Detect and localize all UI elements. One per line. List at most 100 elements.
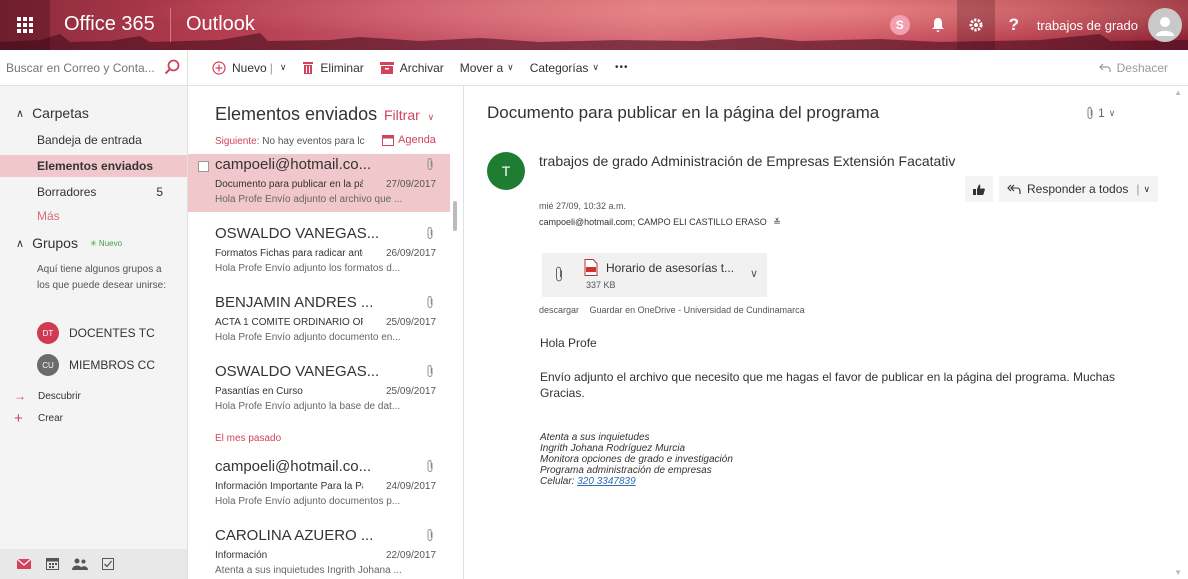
- archive-label: Archivar: [399, 60, 444, 75]
- message-row[interactable]: CAROLINA AZUERO ... Información 22/09/20…: [188, 525, 450, 579]
- new-group-link[interactable]: ✳ Nuevo: [90, 239, 122, 248]
- mail-module-button[interactable]: [10, 559, 38, 569]
- discover-link[interactable]: → Descubrir: [14, 389, 81, 403]
- signature-line: Ingrith Johana Rodríguez Murcia: [540, 443, 686, 454]
- message-preview: Hola Profe Envío adjunto los formatos d.…: [215, 263, 401, 274]
- scroll-down-icon[interactable]: ▼: [1174, 568, 1182, 577]
- signature-line: Atenta a sus inquietudes: [540, 432, 650, 443]
- select-checkbox[interactable]: [198, 161, 209, 172]
- delete-button[interactable]: Eliminar: [294, 50, 371, 86]
- move-to-button[interactable]: Mover a ∨: [452, 50, 522, 86]
- header-actions: S ? trabajos de grado: [881, 0, 1188, 50]
- user-avatar[interactable]: [1148, 8, 1182, 42]
- sender-name[interactable]: trabajos de grado Administración de Empr…: [539, 153, 955, 169]
- chevron-down-icon: ∨: [592, 62, 600, 72]
- next-event: Siguiente: No hay eventos para lc: [215, 136, 385, 147]
- plus-icon: +: [14, 410, 23, 427]
- list-scrollbar-thumb[interactable]: [453, 201, 457, 231]
- reply-all-button[interactable]: Responder a todos | ∨: [999, 176, 1159, 202]
- scroll-up-icon[interactable]: ▲: [1174, 88, 1182, 97]
- pdf-file-icon: [584, 259, 598, 276]
- archive-button[interactable]: Archivar: [372, 50, 452, 86]
- paperclip-icon: [427, 529, 433, 541]
- app-name[interactable]: Outlook: [186, 13, 255, 36]
- group-miembros[interactable]: CU MIEMBROS CC: [37, 354, 155, 376]
- download-link[interactable]: descargar: [539, 305, 579, 315]
- group-docentes[interactable]: DT DOCENTES TC: [37, 322, 155, 344]
- groups-header[interactable]: ∧ Grupos ✳ Nuevo: [16, 235, 122, 251]
- message-subject: Información Importante Para la Pá: [215, 481, 363, 492]
- agenda-label: Agenda: [398, 134, 436, 146]
- new-button[interactable]: Nuevo | ∨: [188, 50, 294, 86]
- user-name[interactable]: trabajos de grado: [1033, 18, 1144, 33]
- attachment-card[interactable]: Horario de asesorías t... 337 KB ∨: [542, 253, 767, 297]
- chevron-down-icon: ∨: [427, 112, 435, 122]
- categories-button[interactable]: Categorías ∨: [522, 50, 607, 86]
- like-button[interactable]: [965, 176, 993, 202]
- calendar-module-button[interactable]: [38, 558, 66, 570]
- message-from: campoeli@hotmail.co...: [215, 156, 372, 173]
- nav-item-drafts[interactable]: Borradores 5: [0, 181, 187, 203]
- nav-item-inbox[interactable]: Bandeja de entrada: [0, 129, 187, 151]
- message-preview: Atenta a sus inquietudes Ingrith Johana …: [215, 565, 402, 576]
- waffle-icon: [17, 17, 33, 33]
- more-actions-button[interactable]: •••: [607, 50, 637, 86]
- nav-more-link[interactable]: Más: [0, 205, 187, 227]
- create-link[interactable]: + Crear: [14, 410, 63, 427]
- folders-header[interactable]: ∧ Carpetas: [16, 105, 89, 121]
- search-input[interactable]: [6, 57, 158, 79]
- message-row[interactable]: campoeli@hotmail.co... Información Impor…: [188, 456, 450, 514]
- message-row[interactable]: campoeli@hotmail.co... Documento para pu…: [188, 154, 450, 212]
- filter-button[interactable]: Filtrar ∨: [384, 107, 434, 123]
- people-module-button[interactable]: [66, 558, 94, 570]
- message-preview: Hola Profe Envío adjunto la base de dat.…: [215, 401, 401, 412]
- nav-item-sent[interactable]: Elementos enviados: [0, 155, 187, 177]
- message-date: 25/09/2017: [386, 317, 437, 328]
- paperclip-icon: [427, 365, 433, 377]
- message-row[interactable]: OSWALDO VANEGAS... Pasantías en Curso 25…: [188, 361, 450, 419]
- move-label: Mover a: [459, 60, 504, 75]
- group-avatar: DT: [37, 322, 59, 344]
- chevron-down-icon[interactable]: ∨: [1144, 184, 1151, 195]
- module-switcher: [0, 549, 187, 579]
- notifications-button[interactable]: [919, 0, 957, 50]
- next-text: No hay eventos para lc: [262, 136, 365, 147]
- office-365-brand[interactable]: Office 365: [64, 13, 155, 36]
- calendar-icon: [45, 558, 59, 570]
- attachment-name: Horario de asesorías t...: [606, 261, 735, 275]
- message-preview: Hola Profe Envío adjunto el archivo que …: [215, 194, 403, 205]
- message-preview: Hola Profe Envío adjunto documentos p...: [215, 496, 401, 507]
- signature-line: Programa administración de empresas: [540, 465, 712, 476]
- save-onedrive-link[interactable]: Guardar en OneDrive - Universidad de Cun…: [590, 305, 805, 315]
- settings-button[interactable]: [956, 0, 995, 50]
- agenda-button[interactable]: Agenda: [382, 134, 436, 146]
- expand-recipients-icon[interactable]: ≚: [773, 217, 781, 227]
- undo-button[interactable]: Deshacer: [1091, 50, 1176, 86]
- chevron-down-icon[interactable]: ∨: [280, 62, 287, 73]
- phone-link[interactable]: 320 3347839: [577, 476, 635, 487]
- search-icon[interactable]: [164, 59, 180, 75]
- sender-avatar[interactable]: T: [487, 152, 525, 190]
- discover-label: Descubrir: [38, 390, 81, 402]
- new-label: Nuevo: [232, 60, 267, 75]
- folders-header-label: Carpetas: [32, 105, 89, 121]
- person-icon: [1156, 17, 1174, 36]
- message-row[interactable]: OSWALDO VANEGAS... Formatos Fichas para …: [188, 223, 450, 281]
- attachments-toggle[interactable]: 1 ∨: [1086, 106, 1115, 120]
- tasks-module-button[interactable]: [94, 558, 122, 570]
- paperclip-icon: [427, 227, 433, 239]
- message-row[interactable]: BENJAMIN ANDRES ... ACTA 1 COMITE ORDINA…: [188, 292, 450, 350]
- skype-button[interactable]: S: [881, 0, 919, 50]
- help-button[interactable]: ?: [995, 0, 1033, 50]
- recipients[interactable]: campoeli@hotmail.com; CAMPO ELI CASTILLO…: [539, 217, 781, 228]
- message-subject: Formatos Fichas para radicar ante: [215, 248, 363, 259]
- question-icon: ?: [1008, 15, 1019, 34]
- chevron-down-icon[interactable]: ∨: [750, 267, 758, 280]
- folder-pane: ∧ Carpetas Bandeja de entrada Elementos …: [0, 86, 188, 579]
- app-launcher-button[interactable]: [0, 0, 50, 50]
- nav-item-label: Bandeja de entrada: [37, 133, 142, 147]
- paperclip-icon: [427, 460, 433, 472]
- undo-label: Deshacer: [1116, 60, 1168, 75]
- caret-up-icon: ∧: [16, 107, 25, 120]
- message-date: 27/09/2017: [386, 179, 437, 190]
